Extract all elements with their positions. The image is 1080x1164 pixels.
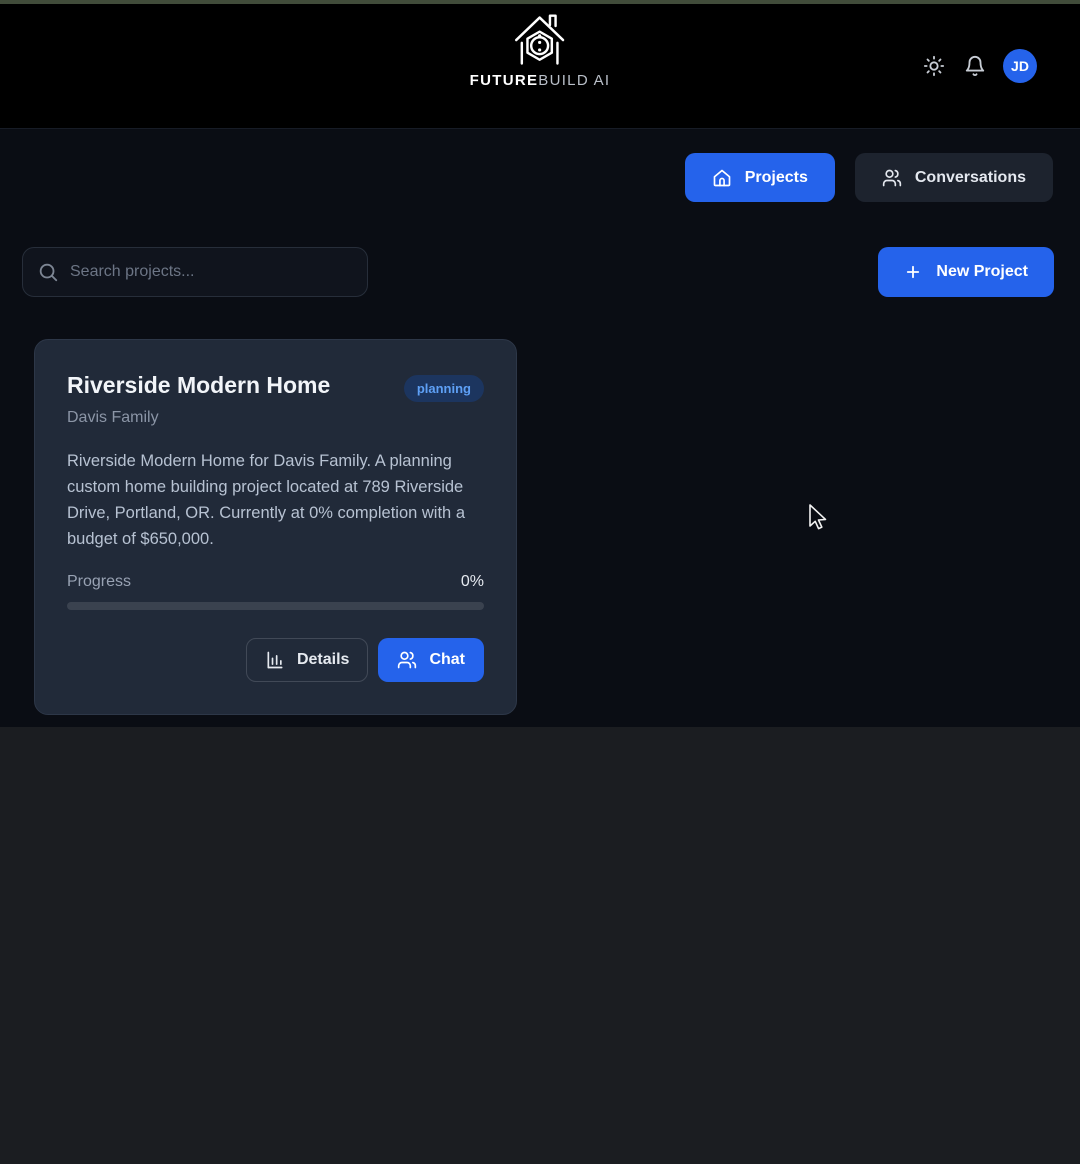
search-icon [37,261,59,283]
bottom-filler [0,727,1080,1164]
search-input[interactable] [70,263,353,281]
notifications-button[interactable] [962,53,988,79]
sun-icon [923,55,945,77]
project-title: Riverside Modern Home [67,371,330,400]
users-icon [882,168,902,188]
bar-chart-icon [265,650,285,670]
users-icon [397,650,417,670]
progress-row: Progress 0% [67,573,484,591]
project-description: Riverside Modern Home for Davis Family. … [67,448,484,552]
project-card-actions: Details Chat [67,638,484,682]
status-badge: planning [404,375,484,402]
user-avatar[interactable]: JD [1003,49,1037,83]
theme-toggle-button[interactable] [921,53,947,79]
progress-value: 0% [461,573,484,591]
details-button-label: Details [297,651,349,669]
brand-wordmark: FUTUREBUILD AI [470,72,611,89]
view-switcher: Projects Conversations [0,129,1080,202]
header-actions: JD [921,4,1037,128]
home-icon [712,168,732,188]
progress-label: Progress [67,573,131,591]
chat-button-label: Chat [429,651,465,669]
project-client: Davis Family [67,409,484,427]
tab-conversations-label: Conversations [915,169,1026,187]
brand-name-bold: FUTURE [470,72,539,89]
app-header: FUTUREBUILD AI JD [0,4,1080,128]
progress-bar [67,602,484,610]
smart-home-logo-icon [509,11,571,71]
project-card-header: Riverside Modern Home planning [67,371,484,402]
plus-icon [904,263,922,281]
brand-name-light: BUILD AI [538,72,610,89]
brand-logo: FUTUREBUILD AI [470,11,611,89]
project-card: Riverside Modern Home planning Davis Fam… [34,339,517,715]
tab-projects-label: Projects [745,169,808,187]
new-project-label: New Project [936,263,1028,281]
tab-projects[interactable]: Projects [685,153,835,202]
new-project-button[interactable]: New Project [878,247,1054,297]
tab-conversations[interactable]: Conversations [855,153,1053,202]
main-content: Projects Conversations [0,128,1080,727]
toolbar: New Project [0,202,1080,297]
search-box [22,247,368,297]
bell-icon [964,55,986,77]
chat-button[interactable]: Chat [378,638,484,682]
details-button[interactable]: Details [246,638,368,682]
